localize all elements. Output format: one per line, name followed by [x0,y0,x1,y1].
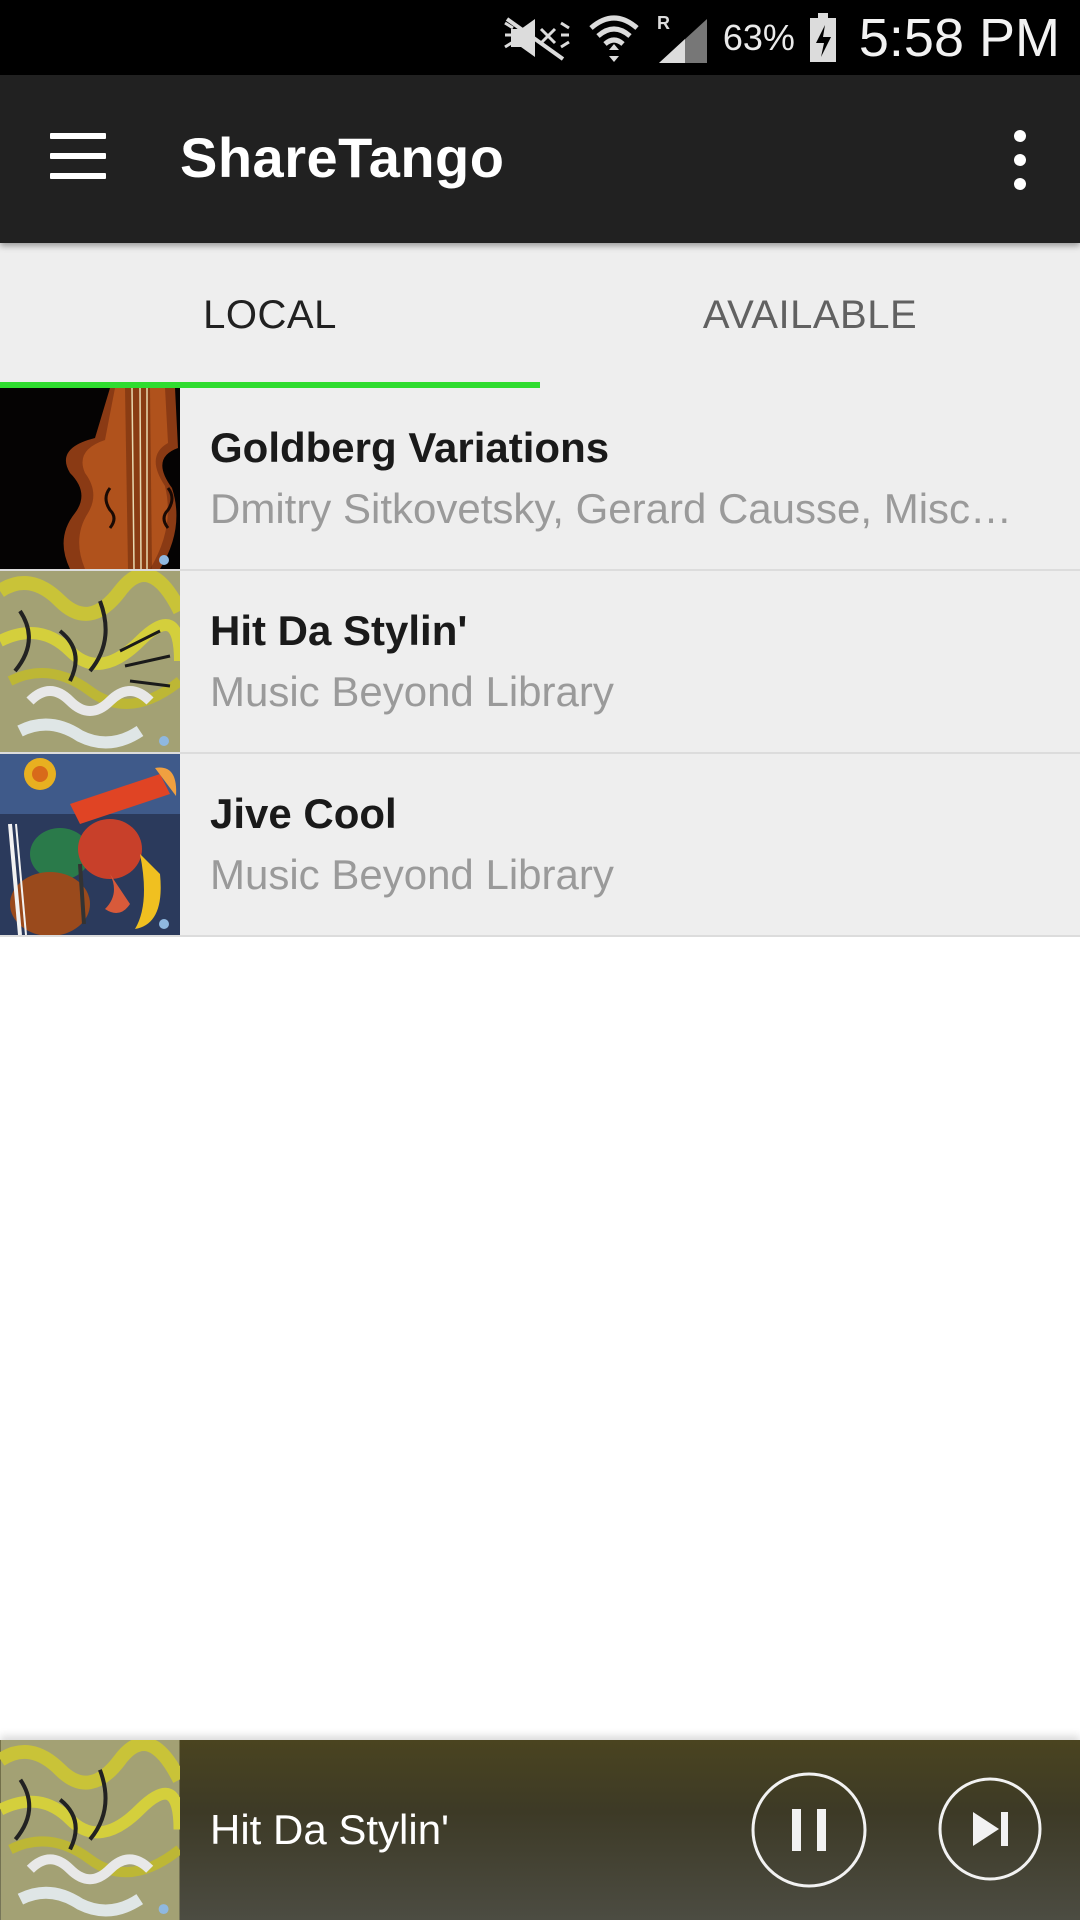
signal-roaming-icon: R [655,11,709,65]
pause-icon[interactable] [750,1771,868,1889]
status-time: 5:58 PM [858,7,1060,68]
battery-percent: 63% [722,16,795,58]
skip-next-icon[interactable] [937,1776,1043,1882]
tab-available-label: AVAILABLE [702,293,918,337]
album-title: Jive Cool [210,790,397,837]
tab-bar: LOCAL AVAILABLE [0,243,1080,388]
album-artist: Music Beyond Library [210,851,614,898]
album-title: Hit Da Stylin' [210,607,468,654]
menu-icon[interactable] [50,133,110,183]
album-list: Goldberg Variations Dmitry Sitkovetsky, … [0,388,1080,937]
tab-local-label: LOCAL [203,293,337,337]
list-item[interactable]: Hit Da Stylin' Music Beyond Library [0,571,1080,754]
graffiti-album-art [0,571,180,752]
app-title: ShareTango [180,126,505,189]
tab-available[interactable]: AVAILABLE [540,243,1080,388]
album-artist: Dmitry Sitkovetsky, Gerard Causse, Misch… [210,485,1020,532]
status-bar: R 63% 5:58 PM [0,0,1080,75]
list-item[interactable]: Jive Cool Music Beyond Library [0,754,1080,937]
svg-text:R: R [657,13,670,33]
violin-album-art [0,388,180,569]
wifi-icon [587,12,641,64]
album-artist: Music Beyond Library [210,668,614,715]
album-title: Goldberg Variations [210,424,610,471]
app-bar: ShareTango [0,75,1080,243]
list-item[interactable]: Goldberg Variations Dmitry Sitkovetsky, … [0,388,1080,571]
graffiti-album-art [0,1740,180,1920]
jazz-instruments-album-art [0,754,180,935]
mute-icon [501,15,573,61]
now-playing-bar[interactable]: Hit Da Stylin' [0,1740,1080,1920]
battery-charging-icon [809,12,837,63]
overflow-menu-icon[interactable] [1000,130,1040,190]
now-playing-title: Hit Da Stylin' [210,1806,450,1853]
tab-local[interactable]: LOCAL [0,243,540,388]
